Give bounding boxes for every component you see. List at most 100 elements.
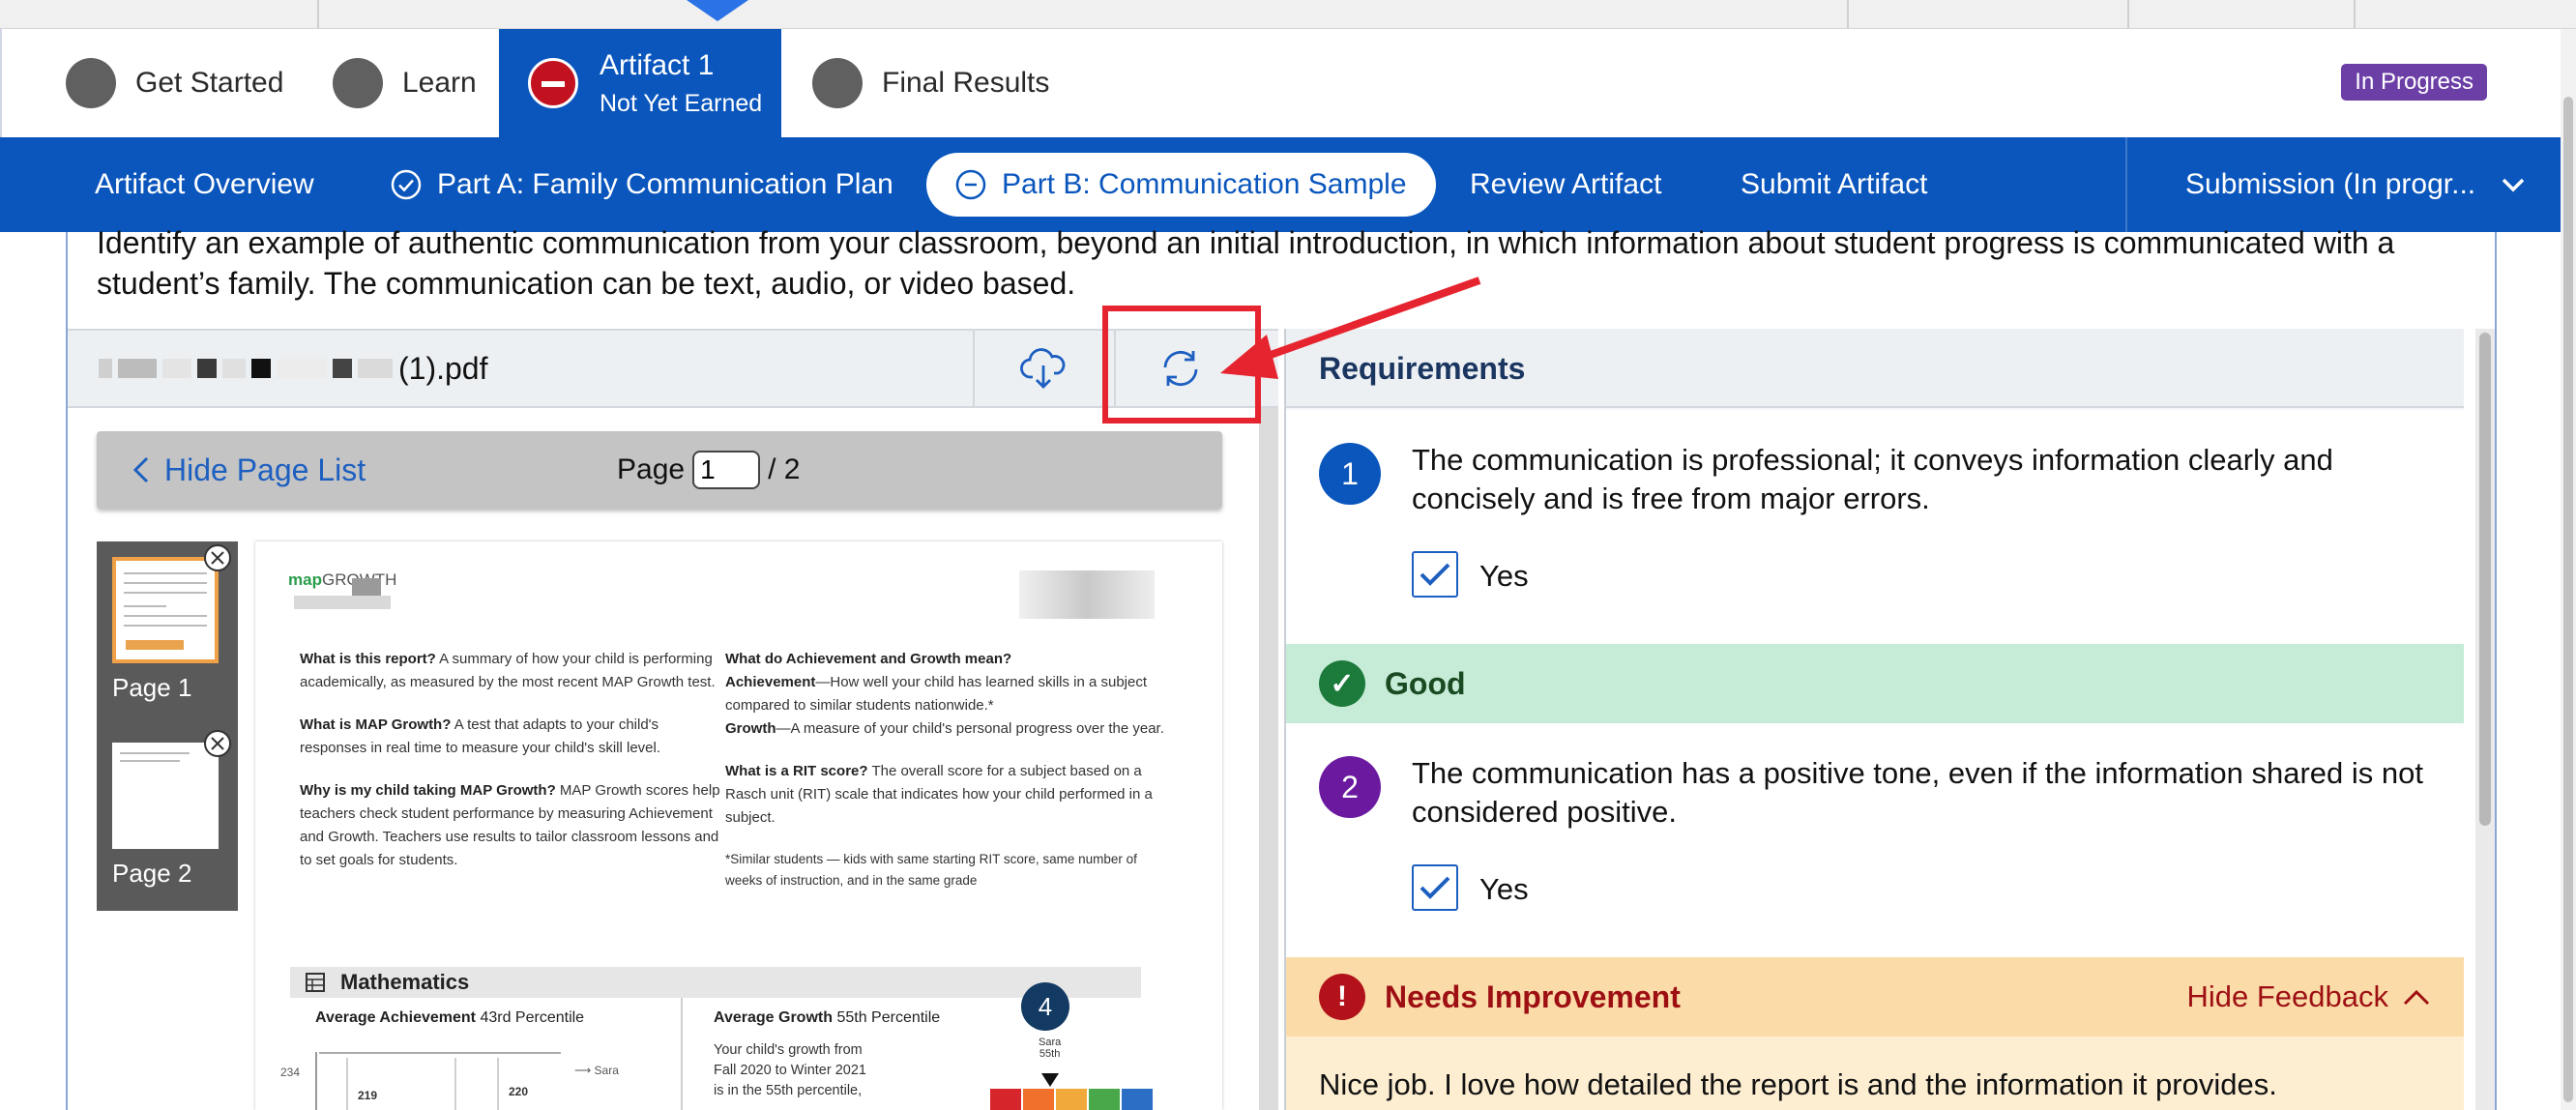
- feedback-label: Needs Improvement: [1385, 979, 1681, 1014]
- toolbar-divider: [973, 331, 975, 406]
- total-pages: / 2: [768, 453, 801, 485]
- checkbox-label: Yes: [1479, 872, 1529, 906]
- chart-gridline: [319, 1052, 561, 1054]
- minus-circle-icon: [955, 169, 986, 200]
- redacted-block: [197, 359, 217, 378]
- report-right-column: What do Achievement and Growth mean? Ach…: [725, 651, 1164, 888]
- report-left-column: What is this report? A summary of how yo…: [300, 651, 720, 868]
- strip-divider: [2354, 0, 2356, 29]
- requirement-text: The communication has a positive tone, e…: [1412, 756, 2423, 829]
- step-artifact-1[interactable]: Artifact 1 Not Yet Earned: [499, 29, 781, 137]
- growth-bar-segment: [1122, 1089, 1153, 1110]
- chevron-up-icon: [2403, 989, 2430, 1006]
- page-scrollbar-thumb[interactable]: [2563, 97, 2573, 1102]
- hide-page-list-button[interactable]: Hide Page List: [132, 431, 366, 509]
- tab-artifact-overview[interactable]: Artifact Overview: [95, 137, 314, 232]
- remove-page-icon[interactable]: [203, 543, 232, 572]
- requirement-checkbox[interactable]: [1412, 551, 1458, 598]
- pdf-page: mapGROWTH What is this report? A summary…: [255, 541, 1222, 1110]
- check-circle-icon: [391, 169, 422, 200]
- annotation-number-badge: 4: [1021, 982, 1069, 1031]
- strip-divider: [317, 0, 319, 29]
- chart-value-label: 219: [358, 1089, 378, 1102]
- checkmark-icon: [1420, 876, 1450, 899]
- redacted-block: [251, 359, 271, 378]
- status-badge: In Progress: [2341, 64, 2487, 101]
- requirements-heading: Requirements: [1286, 329, 2464, 408]
- page-number-input[interactable]: [692, 451, 761, 489]
- page-thumbnail[interactable]: Page 2: [112, 730, 231, 889]
- tab-review-artifact[interactable]: Review Artifact: [1470, 137, 1661, 232]
- feedback-comment: Nice job. I love how detailed the report…: [1286, 1037, 2464, 1110]
- step-status-icon: [66, 58, 116, 108]
- artifact-prompt: Identify an example of authentic communi…: [97, 225, 2395, 301]
- requirement-text: The communication is professional; it co…: [1412, 443, 2333, 515]
- chevron-left-icon: [132, 456, 149, 483]
- requirement-item: 2 The communication has a positive tone,…: [1286, 723, 2464, 957]
- growth-percentile-bar: [990, 1089, 1155, 1110]
- step-label: Get Started: [135, 67, 284, 99]
- growth-marker-label: Sara 55th: [1039, 1037, 1062, 1060]
- requirement-number: 2: [1319, 756, 1381, 818]
- growth-marker-icon: [1041, 1073, 1059, 1087]
- tab-submit-artifact[interactable]: Submit Artifact: [1741, 137, 1927, 232]
- chart-value-label: 220: [509, 1085, 529, 1098]
- step-learn[interactable]: Learn: [333, 29, 477, 137]
- browser-top-strip: [0, 0, 2576, 29]
- strip-divider: [1847, 0, 1849, 29]
- step-label: Learn: [402, 67, 477, 99]
- submission-dropdown[interactable]: Submission (In progr...: [2185, 137, 2475, 232]
- chart-legend-sara: ⟶ Sara: [574, 1064, 619, 1077]
- step-get-started[interactable]: Get Started: [66, 29, 283, 137]
- checkmark-icon: [1420, 563, 1450, 586]
- redacted-block: [277, 359, 327, 378]
- highlight-box: [1102, 306, 1261, 424]
- redacted-block: [294, 596, 391, 609]
- chevron-down-icon[interactable]: [2501, 172, 2526, 197]
- step-status-icon: [333, 58, 383, 108]
- page-thumbnail[interactable]: Page 1: [112, 544, 231, 703]
- step-sublabel: Not Yet Earned: [600, 89, 763, 117]
- chart-bar-outline: [497, 1058, 499, 1110]
- feedback-good: ✓ Good: [1286, 644, 2464, 723]
- grid-icon: [306, 973, 325, 992]
- redacted-block: [162, 359, 191, 378]
- requirement-item: 1 The communication is professional; it …: [1286, 410, 2464, 644]
- feedback-needs-improvement: ! Needs Improvement Hide Feedback: [1286, 957, 2464, 1037]
- column-divider: [681, 998, 683, 1110]
- page-scrollbar[interactable]: [2561, 29, 2576, 1110]
- cloud-download-icon[interactable]: [1019, 344, 1068, 393]
- page-label: Page: [617, 453, 686, 485]
- step-label: Final Results: [882, 67, 1050, 99]
- scrollbar-thumb[interactable]: [2479, 333, 2491, 826]
- remove-page-icon[interactable]: [203, 729, 232, 758]
- hide-feedback-label: Hide Feedback: [2186, 979, 2388, 1013]
- redacted-block: [333, 359, 352, 378]
- tab-part-b[interactable]: Part B: Communication Sample: [926, 153, 1436, 217]
- pdf-viewer: Hide Page List Page / 2 Page 1: [68, 408, 1278, 1110]
- growth-bar-segment: [990, 1089, 1021, 1110]
- redacted-block: [99, 359, 112, 378]
- checkbox-label: Yes: [1479, 559, 1529, 593]
- feedback-label: Good: [1385, 665, 1466, 701]
- mathematics-heading: Mathematics: [290, 967, 1141, 998]
- thumbnail-image: [112, 743, 219, 849]
- growth-description: Your child's growth from Fall 2020 to Wi…: [714, 1042, 866, 1098]
- hide-feedback-button[interactable]: Hide Feedback: [2186, 957, 2431, 1037]
- page-thumbnail-list: Page 1 Page 2: [97, 541, 238, 911]
- viewer-scrollbar[interactable]: [1259, 408, 1278, 1110]
- requirements-scrollbar[interactable]: [2475, 329, 2495, 1110]
- requirement-checkbox[interactable]: [1412, 864, 1458, 911]
- redacted-block: [352, 578, 381, 596]
- thumbnail-label: Page 2: [112, 859, 192, 888]
- redacted-block: [118, 359, 157, 378]
- logo-map: map: [288, 570, 322, 589]
- tab-label: Part B: Communication Sample: [1002, 168, 1407, 200]
- tab-part-a[interactable]: Part A: Family Communication Plan: [391, 137, 893, 232]
- file-name-suffix: (1).pdf: [398, 350, 488, 386]
- redacted-block: [1019, 570, 1155, 619]
- step-final-results[interactable]: Final Results: [812, 29, 1049, 137]
- step-label: Artifact 1: [600, 48, 715, 81]
- chart-y-axis: [315, 1052, 317, 1110]
- step-status-icon: [812, 58, 863, 108]
